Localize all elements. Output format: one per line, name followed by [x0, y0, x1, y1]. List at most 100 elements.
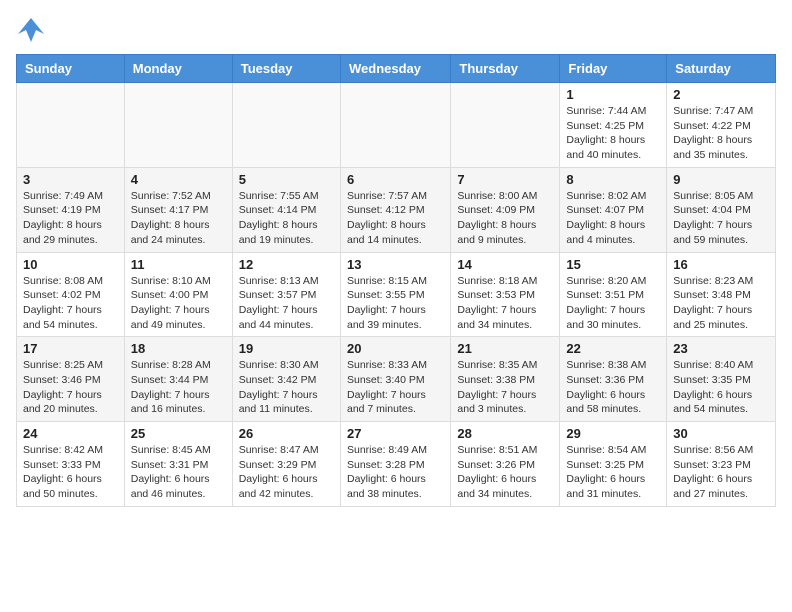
day-info: Sunrise: 7:49 AM Sunset: 4:19 PM Dayligh…: [23, 189, 118, 248]
day-info: Sunrise: 7:52 AM Sunset: 4:17 PM Dayligh…: [131, 189, 226, 248]
calendar-cell: [232, 83, 340, 168]
column-header-sunday: Sunday: [17, 55, 125, 83]
day-info: Sunrise: 8:42 AM Sunset: 3:33 PM Dayligh…: [23, 443, 118, 502]
day-number: 21: [457, 341, 553, 356]
day-number: 27: [347, 426, 444, 441]
column-header-friday: Friday: [560, 55, 667, 83]
calendar-cell: 15 Sunrise: 8:20 AM Sunset: 3:51 PM Dayli…: [560, 252, 667, 337]
column-header-monday: Monday: [124, 55, 232, 83]
calendar-week-1: 1 Sunrise: 7:44 AM Sunset: 4:25 PM Daylig…: [17, 83, 776, 168]
calendar-cell: 6 Sunrise: 7:57 AM Sunset: 4:12 PM Daylig…: [340, 167, 450, 252]
header: [16, 16, 776, 44]
calendar-cell: 11 Sunrise: 8:10 AM Sunset: 4:00 PM Dayli…: [124, 252, 232, 337]
day-number: 24: [23, 426, 118, 441]
calendar-week-2: 3 Sunrise: 7:49 AM Sunset: 4:19 PM Daylig…: [17, 167, 776, 252]
calendar-cell: 14 Sunrise: 8:18 AM Sunset: 3:53 PM Dayli…: [451, 252, 560, 337]
calendar-cell: 3 Sunrise: 7:49 AM Sunset: 4:19 PM Daylig…: [17, 167, 125, 252]
day-number: 23: [673, 341, 769, 356]
calendar-week-5: 24 Sunrise: 8:42 AM Sunset: 3:33 PM Dayli…: [17, 422, 776, 507]
day-info: Sunrise: 8:33 AM Sunset: 3:40 PM Dayligh…: [347, 358, 444, 417]
calendar-header-row: SundayMondayTuesdayWednesdayThursdayFrid…: [17, 55, 776, 83]
calendar-cell: 2Sunrise: 7:47 AM Sunset: 4:22 PM Daylig…: [667, 83, 776, 168]
day-number: 29: [566, 426, 660, 441]
day-number: 4: [131, 172, 226, 187]
day-number: 22: [566, 341, 660, 356]
day-number: 19: [239, 341, 334, 356]
calendar-cell: 28Sunrise: 8:51 AM Sunset: 3:26 PM Dayli…: [451, 422, 560, 507]
day-number: 17: [23, 341, 118, 356]
calendar-cell: 24 Sunrise: 8:42 AM Sunset: 3:33 PM Dayli…: [17, 422, 125, 507]
day-info: Sunrise: 7:57 AM Sunset: 4:12 PM Dayligh…: [347, 189, 444, 248]
day-info: Sunrise: 8:30 AM Sunset: 3:42 PM Dayligh…: [239, 358, 334, 417]
day-info: Sunrise: 8:35 AM Sunset: 3:38 PM Dayligh…: [457, 358, 553, 417]
day-info: Sunrise: 7:44 AM Sunset: 4:25 PM Dayligh…: [566, 104, 660, 163]
day-number: 15: [566, 257, 660, 272]
calendar-cell: 22 Sunrise: 8:38 AM Sunset: 3:36 PM Dayli…: [560, 337, 667, 422]
calendar-cell: 23 Sunrise: 8:40 AM Sunset: 3:35 PM Dayli…: [667, 337, 776, 422]
day-info: Sunrise: 7:55 AM Sunset: 4:14 PM Dayligh…: [239, 189, 334, 248]
day-number: 30: [673, 426, 769, 441]
day-info: Sunrise: 8:08 AM Sunset: 4:02 PM Dayligh…: [23, 274, 118, 333]
day-info: Sunrise: 8:13 AM Sunset: 3:57 PM Dayligh…: [239, 274, 334, 333]
calendar-cell: 10 Sunrise: 8:08 AM Sunset: 4:02 PM Dayli…: [17, 252, 125, 337]
calendar-cell: 30 Sunrise: 8:56 AM Sunset: 3:23 PM Dayli…: [667, 422, 776, 507]
day-info: Sunrise: 8:15 AM Sunset: 3:55 PM Dayligh…: [347, 274, 444, 333]
day-number: 3: [23, 172, 118, 187]
day-number: 6: [347, 172, 444, 187]
day-number: 25: [131, 426, 226, 441]
day-info: Sunrise: 8:47 AM Sunset: 3:29 PM Dayligh…: [239, 443, 334, 502]
day-info: Sunrise: 8:18 AM Sunset: 3:53 PM Dayligh…: [457, 274, 553, 333]
calendar-cell: 12 Sunrise: 8:13 AM Sunset: 3:57 PM Dayli…: [232, 252, 340, 337]
logo-icon: [16, 16, 46, 44]
calendar-cell: 21 Sunrise: 8:35 AM Sunset: 3:38 PM Dayli…: [451, 337, 560, 422]
day-number: 8: [566, 172, 660, 187]
day-info: Sunrise: 8:00 AM Sunset: 4:09 PM Dayligh…: [457, 189, 553, 248]
day-number: 26: [239, 426, 334, 441]
column-header-saturday: Saturday: [667, 55, 776, 83]
day-number: 12: [239, 257, 334, 272]
column-header-tuesday: Tuesday: [232, 55, 340, 83]
day-info: Sunrise: 8:05 AM Sunset: 4:04 PM Dayligh…: [673, 189, 769, 248]
day-info: Sunrise: 8:54 AM Sunset: 3:25 PM Dayligh…: [566, 443, 660, 502]
day-number: 18: [131, 341, 226, 356]
calendar-cell: [124, 83, 232, 168]
calendar-cell: 4 Sunrise: 7:52 AM Sunset: 4:17 PM Daylig…: [124, 167, 232, 252]
day-info: Sunrise: 8:49 AM Sunset: 3:28 PM Dayligh…: [347, 443, 444, 502]
calendar-cell: 18Sunrise: 8:28 AM Sunset: 3:44 PM Dayli…: [124, 337, 232, 422]
calendar-cell: [17, 83, 125, 168]
day-number: 10: [23, 257, 118, 272]
logo: [16, 16, 50, 44]
day-info: Sunrise: 8:10 AM Sunset: 4:00 PM Dayligh…: [131, 274, 226, 333]
day-number: 16: [673, 257, 769, 272]
calendar-cell: 16 Sunrise: 8:23 AM Sunset: 3:48 PM Dayli…: [667, 252, 776, 337]
day-number: 20: [347, 341, 444, 356]
day-number: 7: [457, 172, 553, 187]
day-number: 11: [131, 257, 226, 272]
day-number: 5: [239, 172, 334, 187]
day-info: Sunrise: 8:56 AM Sunset: 3:23 PM Dayligh…: [673, 443, 769, 502]
calendar-cell: 13 Sunrise: 8:15 AM Sunset: 3:55 PM Dayli…: [340, 252, 450, 337]
calendar-cell: [340, 83, 450, 168]
day-number: 14: [457, 257, 553, 272]
day-number: 13: [347, 257, 444, 272]
calendar-cell: [451, 83, 560, 168]
day-info: Sunrise: 8:02 AM Sunset: 4:07 PM Dayligh…: [566, 189, 660, 248]
day-info: Sunrise: 8:25 AM Sunset: 3:46 PM Dayligh…: [23, 358, 118, 417]
day-info: Sunrise: 8:51 AM Sunset: 3:26 PM Dayligh…: [457, 443, 553, 502]
calendar-cell: 8 Sunrise: 8:02 AM Sunset: 4:07 PM Daylig…: [560, 167, 667, 252]
day-info: Sunrise: 8:23 AM Sunset: 3:48 PM Dayligh…: [673, 274, 769, 333]
day-info: Sunrise: 8:40 AM Sunset: 3:35 PM Dayligh…: [673, 358, 769, 417]
calendar-cell: 19 Sunrise: 8:30 AM Sunset: 3:42 PM Dayli…: [232, 337, 340, 422]
day-info: Sunrise: 8:20 AM Sunset: 3:51 PM Dayligh…: [566, 274, 660, 333]
day-info: Sunrise: 8:38 AM Sunset: 3:36 PM Dayligh…: [566, 358, 660, 417]
calendar-cell: 5 Sunrise: 7:55 AM Sunset: 4:14 PM Daylig…: [232, 167, 340, 252]
calendar-cell: 17 Sunrise: 8:25 AM Sunset: 3:46 PM Dayli…: [17, 337, 125, 422]
day-number: 9: [673, 172, 769, 187]
calendar-table: SundayMondayTuesdayWednesdayThursdayFrid…: [16, 54, 776, 507]
day-number: 1: [566, 87, 660, 102]
calendar-cell: 27 Sunrise: 8:49 AM Sunset: 3:28 PM Dayli…: [340, 422, 450, 507]
calendar-cell: 26 Sunrise: 8:47 AM Sunset: 3:29 PM Dayli…: [232, 422, 340, 507]
calendar-cell: 25Sunrise: 8:45 AM Sunset: 3:31 PM Dayli…: [124, 422, 232, 507]
calendar-cell: 29 Sunrise: 8:54 AM Sunset: 3:25 PM Dayli…: [560, 422, 667, 507]
calendar-cell: 7 Sunrise: 8:00 AM Sunset: 4:09 PM Daylig…: [451, 167, 560, 252]
